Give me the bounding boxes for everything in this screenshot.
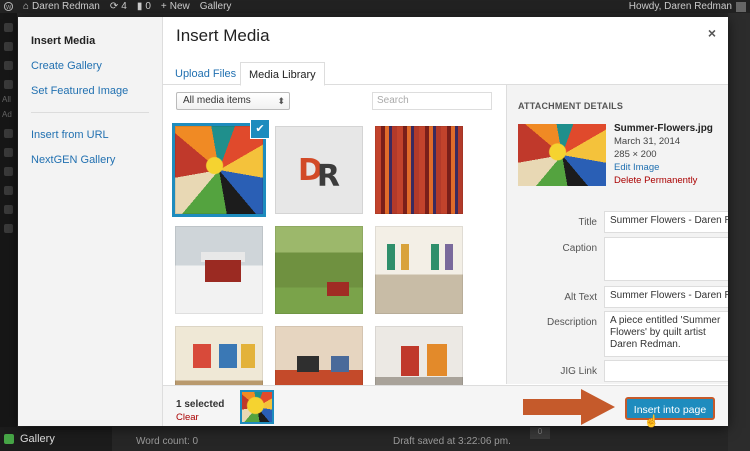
users-icon[interactable] (4, 186, 13, 195)
menu-item-insert-from-url[interactable]: Insert from URL (18, 123, 162, 148)
menu-item-insert-media[interactable]: Insert Media (18, 29, 162, 54)
house-body (205, 260, 241, 282)
plugins-icon[interactable] (4, 167, 13, 176)
status-box: 0 (530, 427, 550, 439)
lobby-panel (431, 244, 439, 270)
jig-link-input[interactable] (604, 360, 728, 382)
menu-label-partial: Ad (2, 110, 12, 119)
comments-link[interactable]: ▮ 0 (137, 0, 151, 13)
site-name-link[interactable]: ⌂ Daren Redman (23, 0, 100, 13)
draft-saved-status: Draft saved at 3:22:06 pm. (393, 436, 511, 447)
updates-link[interactable]: ⟳ 4 (110, 0, 127, 13)
attachment-logo[interactable]: DR (275, 126, 363, 214)
avatar (736, 1, 746, 12)
media-frame-menu: Insert Media Create Gallery Set Featured… (18, 17, 163, 426)
dashboard-icon[interactable] (4, 23, 13, 32)
editor-statusbar: Gallery Word count: 0 Draft saved at 3:2… (0, 427, 750, 451)
gallery-link[interactable]: Gallery (200, 0, 232, 13)
admin-sidebar: All Ad (0, 13, 17, 451)
plus-icon: + (160, 1, 167, 12)
menu-separator (31, 112, 149, 113)
check-icon[interactable]: ✔ (251, 120, 269, 138)
select-arrows-icon: ⬍ (277, 96, 285, 106)
selected-thumbnail[interactable] (240, 390, 274, 424)
selection-count: 1 selected (176, 399, 225, 410)
artwork (193, 344, 211, 368)
attachment-details-panel: ATTACHMENT DETAILS Summer-Flowers.jpg Ma… (506, 85, 728, 384)
tools-icon[interactable] (4, 205, 13, 214)
attachment-lobby[interactable] (375, 226, 463, 314)
attachment-forest-house[interactable] (275, 226, 363, 314)
description-textarea[interactable]: A piece entitled 'Summer Flowers' by qui… (604, 311, 728, 357)
lobby-panel (401, 244, 409, 270)
media-filter-select[interactable]: All media items ⬍ (176, 92, 290, 110)
arrow-annotation-icon (523, 389, 615, 425)
gallery-icon (4, 434, 14, 444)
account-menu[interactable]: Howdy, Daren Redman (629, 0, 750, 13)
artwork (331, 356, 349, 372)
media-router: Upload Files Media Library (163, 57, 728, 86)
close-icon[interactable]: × (708, 25, 716, 41)
jig-link-label: JIG Link (560, 366, 597, 377)
menu-item-set-featured-image[interactable]: Set Featured Image (18, 79, 162, 104)
details-thumbnail (518, 124, 606, 186)
title-label: Title (578, 217, 597, 228)
attachment-snow-house[interactable] (175, 226, 263, 314)
attachment-red-room[interactable] (275, 326, 363, 385)
comment-icon: ▮ (136, 1, 143, 12)
title-input[interactable]: Summer Flowers - Daren Re (604, 211, 728, 233)
hand-cursor-icon: ☝ (644, 414, 659, 428)
dimensions: 285 × 200 (614, 149, 657, 160)
pages-icon[interactable] (4, 80, 13, 89)
alt-text-input[interactable]: Summer Flowers - Daren Re (604, 286, 728, 308)
artwork (241, 344, 255, 368)
clear-selection-link[interactable]: Clear (176, 412, 199, 423)
tab-upload-files[interactable]: Upload Files (167, 62, 244, 86)
artwork (401, 346, 419, 376)
home-icon: ⌂ (23, 1, 30, 12)
search-input[interactable]: Search (372, 92, 492, 110)
artwork (427, 344, 447, 376)
appearance-icon[interactable] (4, 148, 13, 157)
lobby-panel (445, 244, 453, 270)
admin-menu-gallery[interactable]: Gallery (0, 427, 112, 451)
wp-admin-bar: W ⌂ Daren Redman ⟳ 4 ▮ 0 + New Gallery H… (0, 0, 750, 13)
caption-textarea[interactable] (604, 237, 728, 281)
comments-icon[interactable] (4, 129, 13, 138)
description-label: Description (546, 317, 597, 328)
menu-item-nextgen-gallery[interactable]: NextGEN Gallery (18, 148, 162, 173)
caption-label: Caption (562, 243, 597, 254)
attachments-grid: ✔ DR (163, 117, 506, 385)
attachment-gallery-wall[interactable] (175, 326, 263, 385)
refresh-icon: ⟳ (109, 1, 119, 12)
house-body (327, 282, 349, 296)
menu-label-partial: All (2, 95, 11, 104)
artwork (297, 356, 319, 372)
delete-permanently-link[interactable]: Delete Permanently (614, 174, 724, 187)
alt-text-label: Alt Text (564, 292, 597, 303)
edit-image-link[interactable]: Edit Image (614, 161, 724, 174)
posts-icon[interactable] (4, 42, 13, 51)
attachment-summer-flowers[interactable]: ✔ (172, 120, 269, 217)
modal-title: Insert Media (176, 26, 270, 45)
details-heading: ATTACHMENT DETAILS (518, 101, 624, 111)
tab-media-library[interactable]: Media Library (240, 62, 325, 86)
insert-into-page-button[interactable]: Insert into page (625, 397, 715, 420)
file-name: Summer-Flowers.jpg (614, 123, 713, 134)
settings-icon[interactable] (4, 224, 13, 233)
wp-logo-icon[interactable]: W (4, 2, 13, 11)
new-content-link[interactable]: + New (161, 0, 190, 13)
backdrop-sidebar (728, 13, 750, 451)
lobby-panel (387, 244, 395, 270)
media-icon[interactable] (4, 61, 13, 70)
attachment-stripes-quilt[interactable] (375, 126, 463, 214)
details-meta: Summer-Flowers.jpg March 31, 2014 285 × … (614, 122, 724, 187)
word-count: Word count: 0 (136, 436, 199, 447)
attachment-quilt-hall[interactable] (375, 326, 463, 385)
menu-item-create-gallery[interactable]: Create Gallery (18, 54, 162, 79)
artwork (219, 344, 237, 368)
upload-date: March 31, 2014 (614, 136, 681, 147)
